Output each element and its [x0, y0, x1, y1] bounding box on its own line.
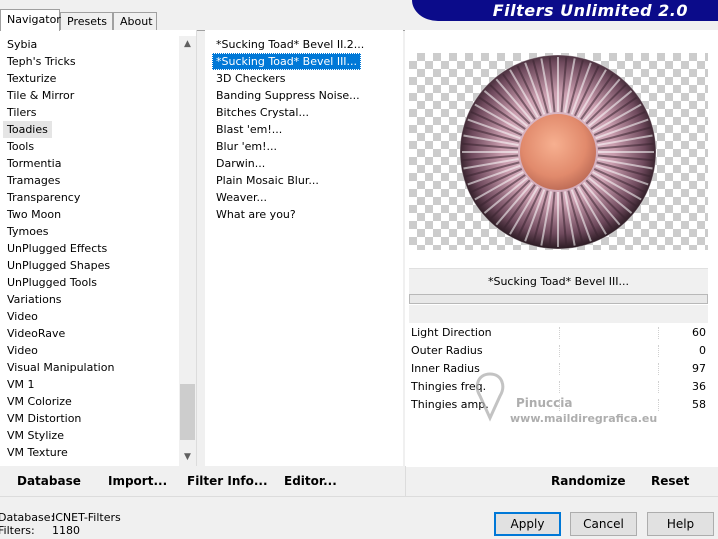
- import-button[interactable]: Import...: [108, 474, 167, 488]
- database-label: Database:: [0, 511, 55, 524]
- tab-strip: Navigator Presets About: [0, 9, 300, 31]
- parameter-value: 0: [699, 344, 706, 357]
- category-item[interactable]: VM Stylize: [3, 427, 68, 444]
- filter-info-button[interactable]: Filter Info...: [187, 474, 268, 488]
- watermark-url: www.maildiregrafica.eu: [510, 412, 658, 425]
- status-divider: [0, 496, 718, 497]
- watermark-logo-icon: [475, 372, 505, 422]
- cancel-button[interactable]: Cancel: [570, 512, 637, 536]
- filters-count: 1180: [52, 524, 80, 537]
- filter-item[interactable]: Weaver...: [212, 189, 271, 206]
- category-item[interactable]: Tramages: [3, 172, 64, 189]
- filter-item[interactable]: Bitches Crystal...: [212, 104, 313, 121]
- filter-item[interactable]: What are you?: [212, 206, 300, 223]
- category-item[interactable]: UnPlugged Shapes: [3, 257, 114, 274]
- slider-track[interactable]: [559, 327, 659, 339]
- database-value: ICNET-Filters: [52, 511, 121, 524]
- category-item[interactable]: Video: [3, 308, 42, 325]
- parameter-label: Light Direction: [411, 326, 492, 339]
- category-item[interactable]: Tile & Mirror: [3, 87, 78, 104]
- database-button[interactable]: Database: [17, 474, 81, 488]
- parameter-value: 58: [692, 398, 706, 411]
- parameter-slider[interactable]: Outer Radius 0: [409, 342, 708, 360]
- preview-image: [409, 53, 708, 250]
- category-item[interactable]: UnPlugged Tools: [3, 274, 101, 291]
- filter-item[interactable]: Plain Mosaic Blur...: [212, 172, 323, 189]
- filter-list[interactable]: *Sucking Toad* Bevel II.2... *Sucking Toa…: [205, 30, 403, 466]
- slider-track[interactable]: [559, 345, 659, 357]
- category-item[interactable]: Tormentia: [3, 155, 65, 172]
- parameter-value: 36: [692, 380, 706, 393]
- tab-navigator[interactable]: Navigator: [0, 9, 61, 31]
- filter-progress-bar: [409, 294, 708, 304]
- filter-item[interactable]: Blur 'em!...: [212, 138, 281, 155]
- filter-item[interactable]: *Sucking Toad* Bevel II.2...: [212, 36, 368, 53]
- category-item[interactable]: Toadies: [3, 121, 52, 138]
- category-item[interactable]: VM Distortion: [3, 410, 85, 427]
- watermark-name: Pinuccia: [516, 396, 573, 410]
- category-item[interactable]: VideoRave: [3, 325, 69, 342]
- filter-item[interactable]: 3D Checkers: [212, 70, 289, 87]
- watermark: Pinuccia www.maildiregrafica.eu: [470, 372, 680, 432]
- category-item[interactable]: VM 1: [3, 376, 39, 393]
- category-item[interactable]: Visual Manipulation: [3, 359, 118, 376]
- apply-button[interactable]: Apply: [494, 512, 561, 536]
- category-item[interactable]: VM Texture: [3, 444, 72, 461]
- category-item[interactable]: Sybia: [3, 36, 41, 53]
- parameter-value: 60: [692, 326, 706, 339]
- scroll-thumb[interactable]: [180, 384, 195, 440]
- filter-item[interactable]: Darwin...: [212, 155, 269, 172]
- app-title: Filters Unlimited 2.0: [492, 1, 688, 20]
- filter-item[interactable]: Banding Suppress Noise...: [212, 87, 364, 104]
- scroll-down-icon[interactable]: ▼: [179, 449, 196, 466]
- editor-button[interactable]: Editor...: [284, 474, 337, 488]
- preview-render: [459, 54, 657, 250]
- filter-spacer: [409, 305, 708, 323]
- filter-item[interactable]: *Sucking Toad* Bevel III...: [212, 53, 362, 70]
- parameter-value: 97: [692, 362, 706, 375]
- category-item[interactable]: Transparency: [3, 189, 84, 206]
- category-list[interactable]: Sybia Teph's Tricks Texturize Tile & Mirror…: [0, 30, 197, 466]
- tab-about[interactable]: About: [113, 12, 157, 30]
- current-filter-name: *Sucking Toad* Bevel III...: [409, 268, 708, 294]
- category-item[interactable]: Tymoes: [3, 223, 52, 240]
- help-button[interactable]: Help: [647, 512, 714, 536]
- parameter-slider[interactable]: Light Direction 60: [409, 324, 708, 342]
- filter-item[interactable]: Blast 'em!...: [212, 121, 286, 138]
- scroll-up-icon[interactable]: ▲: [179, 36, 196, 53]
- category-scrollbar[interactable]: ▲ ▼: [179, 36, 196, 466]
- category-item[interactable]: Variations: [3, 291, 66, 308]
- category-item[interactable]: Two Moon: [3, 206, 65, 223]
- reset-button[interactable]: Reset: [651, 474, 689, 488]
- title-banner: Filters Unlimited 2.0: [412, 0, 718, 21]
- parameter-label: Outer Radius: [411, 344, 483, 357]
- category-item[interactable]: Tools: [3, 138, 38, 155]
- filters-label: Filters:: [0, 524, 35, 537]
- randomize-button[interactable]: Randomize: [551, 474, 625, 488]
- category-item[interactable]: UnPlugged Effects: [3, 240, 111, 257]
- category-item[interactable]: Video: [3, 342, 42, 359]
- category-item[interactable]: VM Colorize: [3, 393, 76, 410]
- command-divider: [405, 466, 406, 496]
- category-item[interactable]: Texturize: [3, 70, 60, 87]
- category-item[interactable]: Teph's Tricks: [3, 53, 80, 70]
- tab-presets[interactable]: Presets: [60, 12, 113, 30]
- category-item[interactable]: Tilers: [3, 104, 41, 121]
